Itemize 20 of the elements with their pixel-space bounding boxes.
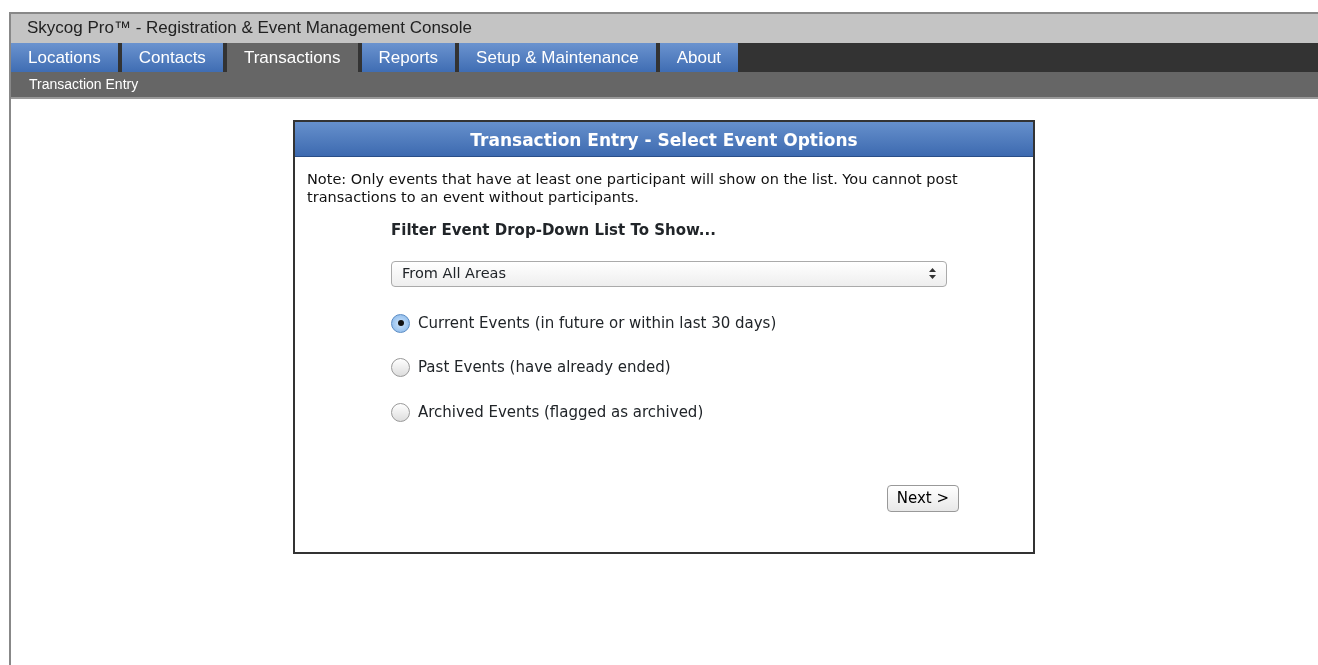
- subnav-link[interactable]: Transaction Entry: [29, 76, 139, 92]
- radio-label[interactable]: Archived Events (flagged as archived): [418, 400, 704, 424]
- nav-tab[interactable]: Contacts: [121, 43, 223, 72]
- nav-tab[interactable]: Setup & Maintenance: [459, 43, 656, 72]
- filter-label: Filter Event Drop-Down List To Show...: [391, 220, 717, 242]
- nav-tab[interactable]: About: [659, 43, 739, 72]
- radio-button[interactable]: [391, 402, 410, 422]
- radio-button[interactable]: [391, 358, 410, 377]
- radio-label[interactable]: Current Events (in future or within last 30 days): [418, 311, 777, 335]
- radio-label[interactable]: Past Events (have already ended): [418, 356, 671, 379]
- window-title: Skycog Pro™ - Registration & Event Management Console: [27, 18, 473, 37]
- nav-tab[interactable]: Transactions: [226, 43, 358, 72]
- panel-title: Transaction Entry - Select Event Options: [295, 122, 1033, 157]
- updown-arrows-icon: [929, 268, 936, 280]
- area-dropdown[interactable]: From All Areas: [391, 260, 947, 287]
- nav-tab[interactable]: Reports: [361, 43, 456, 72]
- nav-tab[interactable]: Locations: [11, 43, 118, 72]
- next-button[interactable]: Next >: [886, 485, 959, 512]
- radio-button[interactable]: [391, 313, 410, 333]
- note-text: Note: Only events that have at least one participant will show on the list. You cannot post transactions to an event without participants.: [306, 170, 959, 207]
